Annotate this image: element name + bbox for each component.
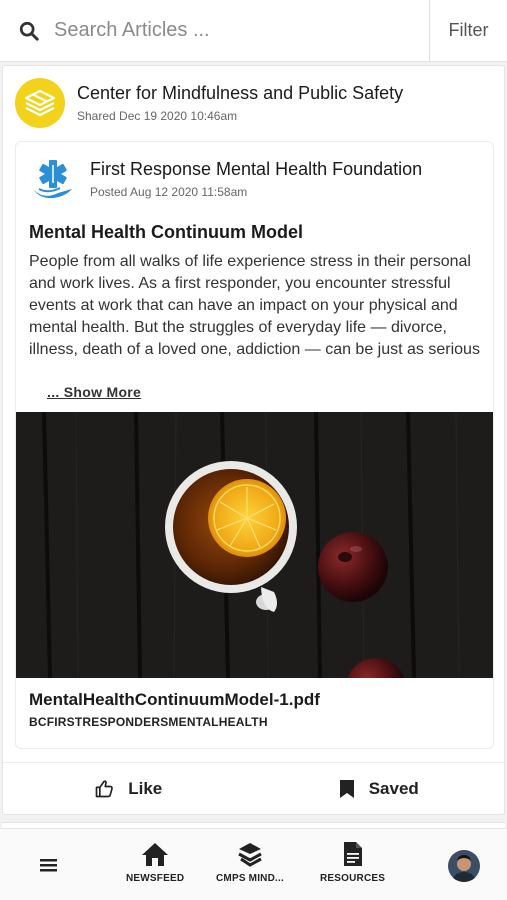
nav-cmps-mind-label: CMPS MIND... [216, 873, 284, 884]
saved-button[interactable]: Saved [254, 763, 505, 814]
like-button[interactable]: Like [3, 763, 254, 814]
search-bar: Filter [0, 0, 507, 62]
org-name[interactable]: Center for Mindfulness and Public Safety [77, 83, 403, 104]
attachment-filename[interactable]: MentalHealthContinuumModel-1.pdf [29, 690, 320, 710]
bottom-navigation: NEWSFEED CMPS MIND... RESOURCES [0, 828, 507, 900]
post-actions: Like Saved [3, 762, 504, 814]
shared-article[interactable]: First Response Mental Health Foundation … [15, 141, 494, 749]
search-icon[interactable] [18, 20, 40, 42]
thumbs-up-icon [95, 779, 114, 797]
profile-avatar[interactable] [448, 850, 480, 882]
post-card: Center for Mindfulness and Public Safety… [2, 65, 505, 815]
article-source: First Response Mental Health Foundation … [30, 156, 422, 202]
post-header: Center for Mindfulness and Public Safety… [15, 78, 403, 128]
org-logo[interactable] [15, 78, 65, 128]
cmps-logo-icon [24, 89, 56, 117]
foundation-logo [30, 156, 76, 202]
posted-date: Posted Aug 12 2020 11:58am [90, 185, 248, 199]
article-title[interactable]: Mental Health Continuum Model [29, 222, 303, 243]
nav-resources[interactable]: RESOURCES [320, 841, 385, 884]
show-more-link[interactable]: ... Show More [47, 384, 141, 400]
filter-button[interactable]: Filter [429, 0, 507, 62]
saved-label: Saved [368, 778, 419, 798]
nav-newsfeed-label: NEWSFEED [126, 873, 185, 884]
star-of-life-icon [34, 160, 72, 199]
shared-date: Shared Dec 19 2020 10:46am [77, 109, 238, 123]
attachment-tag: BCFIRSTRESPONDERSMENTALHEALTH [29, 715, 268, 729]
article-image[interactable] [16, 412, 494, 678]
home-icon [142, 843, 169, 866]
search-input[interactable] [54, 10, 429, 51]
bookmark-icon [339, 779, 354, 798]
foundation-name[interactable]: First Response Mental Health Foundation [90, 159, 422, 180]
like-label: Like [128, 778, 163, 798]
nav-newsfeed[interactable]: NEWSFEED [126, 841, 184, 884]
nav-cmps-mind[interactable]: CMPS MIND... [216, 841, 284, 884]
article-body: People from all walks of life experience… [29, 253, 480, 358]
document-icon [343, 842, 362, 866]
hamburger-icon[interactable] [36, 853, 62, 877]
cmps-logo-icon [238, 843, 262, 867]
nav-resources-label: RESOURCES [320, 873, 386, 884]
